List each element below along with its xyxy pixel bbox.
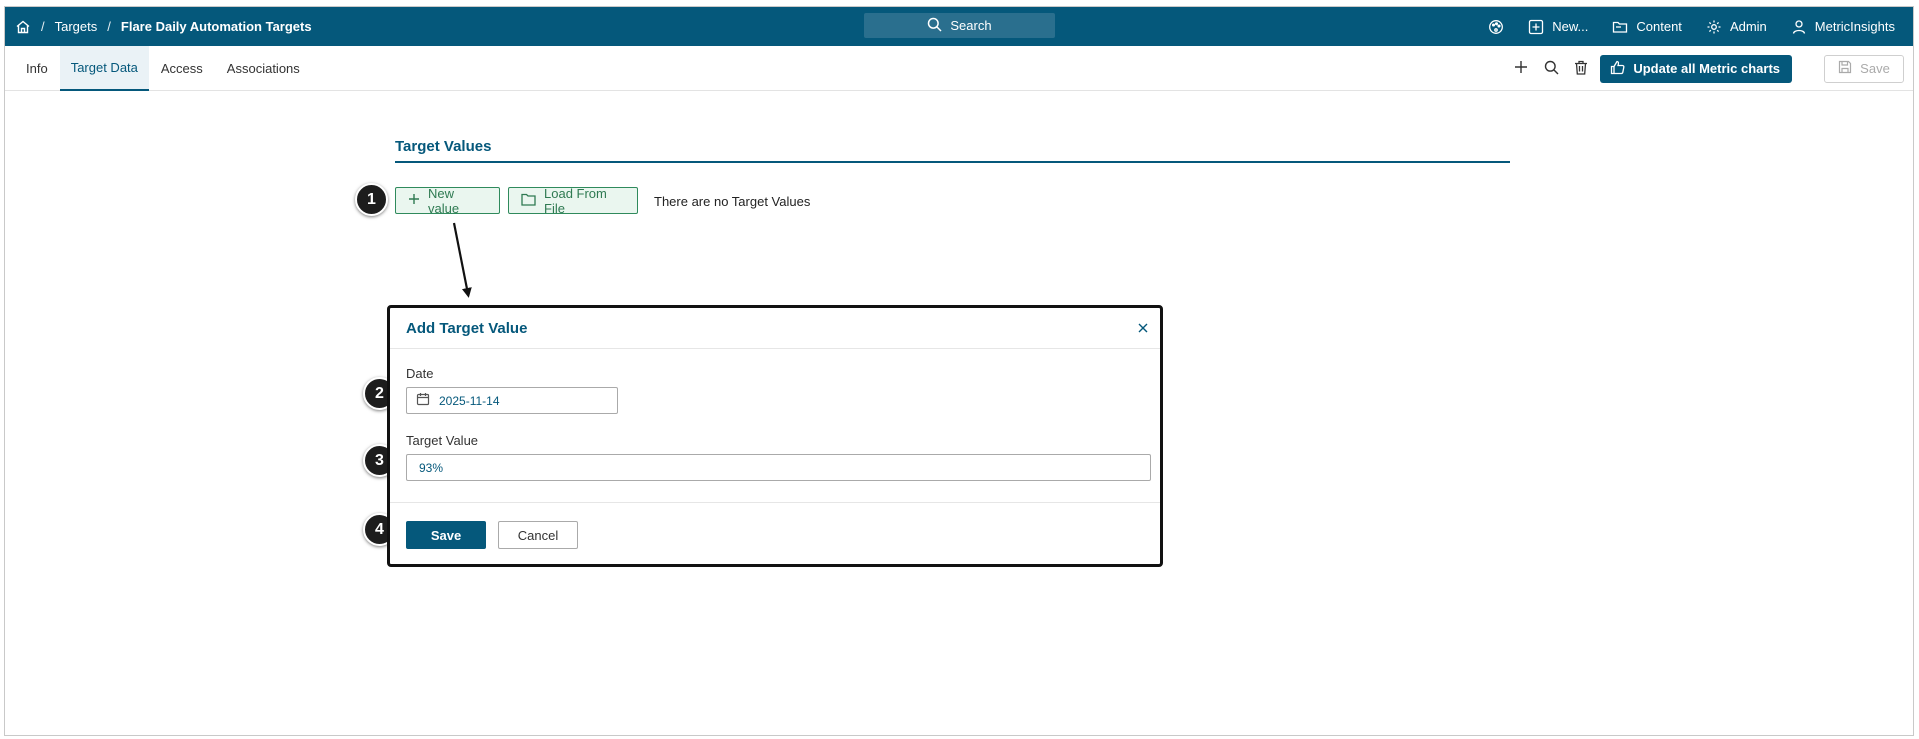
target-value-label: Target Value [406, 433, 479, 448]
date-field[interactable]: 2025-11-14 [406, 387, 618, 414]
dialog-title: Add Target Value [406, 319, 528, 337]
dialog-footer-divider [390, 502, 1160, 503]
target-value-text: 93% [419, 460, 444, 475]
close-icon[interactable] [1136, 321, 1150, 335]
date-label: Date [406, 366, 434, 381]
calendar-icon [416, 392, 430, 409]
app-window: / Targets / Flare Daily Automation Targe… [4, 6, 1914, 736]
add-target-value-dialog: Add Target Value Date 2025-11-14 Target … [387, 305, 1163, 567]
target-value-field[interactable]: 93% [406, 454, 1151, 481]
date-value: 2025-11-14 [439, 393, 500, 408]
dialog-header: Add Target Value [390, 308, 1160, 349]
step-badge-1: 1 [355, 183, 388, 216]
dialog-cancel-button[interactable]: Cancel [498, 521, 578, 549]
dialog-save-button[interactable]: Save [406, 521, 486, 549]
